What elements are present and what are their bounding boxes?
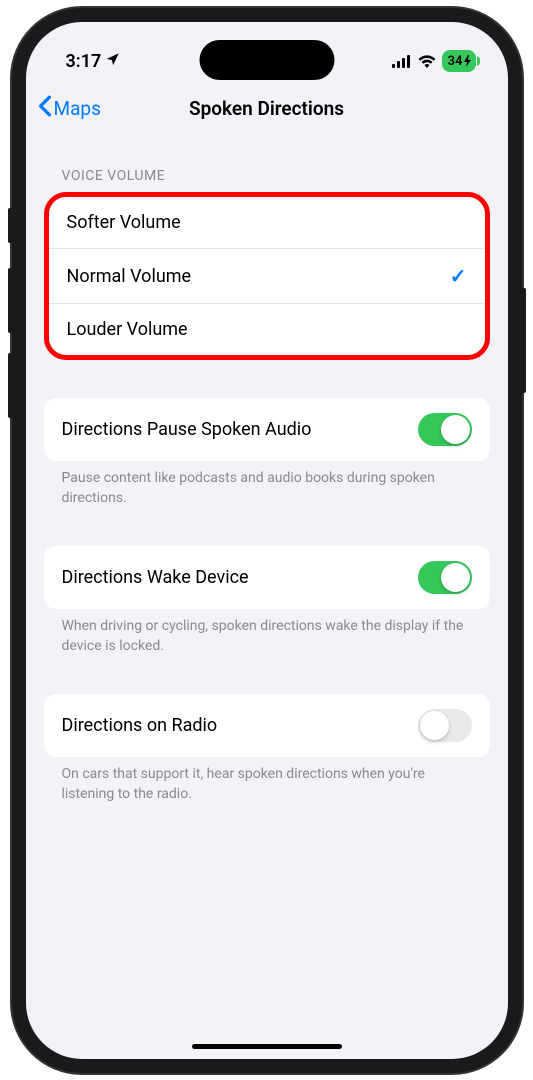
checkmark-icon: ✓ xyxy=(450,264,467,288)
radio-row[interactable]: Directions on Radio xyxy=(44,694,490,757)
location-icon xyxy=(105,51,120,72)
normal-volume-option[interactable]: Normal Volume ✓ xyxy=(49,249,485,304)
louder-volume-option[interactable]: Louder Volume xyxy=(49,304,485,355)
back-button[interactable]: Maps xyxy=(38,95,101,122)
volume-up-button xyxy=(8,268,12,333)
radio-toggle[interactable] xyxy=(418,709,472,742)
voice-volume-header: VOICE VOLUME xyxy=(44,156,490,192)
silent-switch xyxy=(8,208,12,243)
wake-device-group: Directions Wake Device xyxy=(44,546,490,609)
phone-frame: 3:17 34 xyxy=(12,8,522,1073)
option-label: Normal Volume xyxy=(67,266,192,287)
battery-icon: 34 xyxy=(442,50,476,72)
status-left: 3:17 xyxy=(66,51,121,72)
chevron-left-icon xyxy=(38,95,52,122)
status-right: 34 xyxy=(392,50,476,72)
wake-device-footer: When driving or cycling, spoken directio… xyxy=(44,609,490,656)
wifi-icon xyxy=(418,55,436,68)
voice-volume-group: Softer Volume Normal Volume ✓ Louder Vol… xyxy=(49,197,485,355)
volume-down-button xyxy=(8,353,12,418)
nav-bar: Maps Spoken Directions xyxy=(26,82,508,134)
pause-audio-toggle[interactable] xyxy=(418,413,472,446)
screen: 3:17 34 xyxy=(26,22,508,1059)
dynamic-island xyxy=(199,40,334,80)
back-label: Maps xyxy=(54,97,101,120)
battery-percent: 34 xyxy=(448,54,463,69)
wake-device-toggle[interactable] xyxy=(418,561,472,594)
pause-audio-row[interactable]: Directions Pause Spoken Audio xyxy=(44,398,490,461)
wake-device-row[interactable]: Directions Wake Device xyxy=(44,546,490,609)
content: VOICE VOLUME Softer Volume Normal Volume… xyxy=(26,134,508,805)
option-label: Louder Volume xyxy=(67,319,188,340)
setting-label: Directions Pause Spoken Audio xyxy=(62,419,312,440)
radio-group: Directions on Radio xyxy=(44,694,490,757)
power-button xyxy=(522,288,526,393)
home-indicator[interactable] xyxy=(192,1044,342,1049)
radio-footer: On cars that support it, hear spoken dir… xyxy=(44,757,490,804)
setting-label: Directions Wake Device xyxy=(62,567,249,588)
option-label: Softer Volume xyxy=(67,212,181,233)
softer-volume-option[interactable]: Softer Volume xyxy=(49,197,485,249)
setting-label: Directions on Radio xyxy=(62,715,218,736)
status-time: 3:17 xyxy=(66,51,102,72)
pause-audio-group: Directions Pause Spoken Audio xyxy=(44,398,490,461)
voice-volume-highlight: Softer Volume Normal Volume ✓ Louder Vol… xyxy=(44,192,490,360)
pause-audio-footer: Pause content like podcasts and audio bo… xyxy=(44,461,490,508)
cellular-icon xyxy=(392,55,412,68)
page-title: Spoken Directions xyxy=(189,97,344,120)
